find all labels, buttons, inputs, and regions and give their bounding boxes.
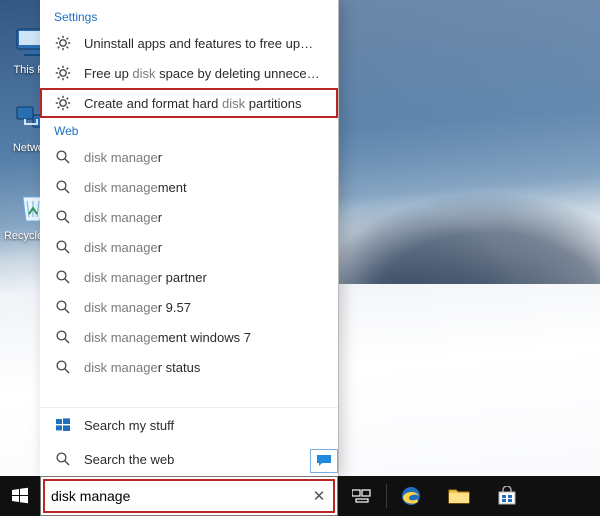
result-label: disk manager [84, 150, 324, 165]
result-label: disk manager status [84, 360, 324, 375]
start-search-panel: Settings Uninstall apps and features to … [40, 0, 339, 476]
search-icon [54, 268, 72, 286]
settings-result[interactable]: Free up disk space by deleting unnece… [40, 58, 338, 88]
gear-icon [54, 64, 72, 82]
edge-icon [400, 485, 422, 507]
folder-icon [448, 487, 470, 505]
windows-logo-icon [54, 416, 72, 434]
search-icon [54, 358, 72, 376]
windows-logo-icon [11, 487, 29, 505]
result-label: disk management [84, 180, 324, 195]
result-label: disk management windows 7 [84, 330, 324, 345]
web-result[interactable]: disk manager status [40, 352, 338, 382]
taskbar-edge[interactable] [387, 476, 435, 516]
web-result[interactable]: disk manager [40, 142, 338, 172]
search-icon [54, 298, 72, 316]
search-my-stuff[interactable]: Search my stuff [40, 408, 338, 442]
taskbar-store[interactable] [483, 476, 531, 516]
taskbar-file-explorer[interactable] [435, 476, 483, 516]
settings-result[interactable]: Uninstall apps and features to free up… [40, 28, 338, 58]
search-icon [54, 148, 72, 166]
search-icon [54, 328, 72, 346]
taskbar-task-view[interactable] [338, 476, 386, 516]
result-label: disk manager partner [84, 270, 324, 285]
speech-bubble-icon [316, 454, 332, 468]
clear-search-button[interactable]: ✕ [305, 482, 333, 510]
search-icon [54, 208, 72, 226]
web-result[interactable]: disk manager [40, 202, 338, 232]
search-the-web-label: Search the web [84, 452, 324, 467]
search-icon [54, 238, 72, 256]
store-icon [497, 486, 517, 506]
search-icon [54, 178, 72, 196]
result-label: Create and format hard disk partitions [84, 96, 324, 111]
search-my-stuff-label: Search my stuff [84, 418, 324, 433]
result-label: disk manager 9.57 [84, 300, 324, 315]
web-result[interactable]: disk manager 9.57 [40, 292, 338, 322]
result-label: Uninstall apps and features to free up… [84, 36, 324, 51]
result-label: disk manager [84, 210, 324, 225]
web-result[interactable]: disk management windows 7 [40, 322, 338, 352]
search-the-web[interactable]: Search the web [40, 442, 338, 476]
web-result[interactable]: disk management [40, 172, 338, 202]
web-result[interactable]: disk manager partner [40, 262, 338, 292]
feedback-button[interactable] [310, 449, 338, 473]
start-button[interactable] [0, 476, 40, 516]
result-label: Free up disk space by deleting unnece… [84, 66, 324, 81]
task-view-icon [352, 488, 372, 504]
search-icon [54, 450, 72, 468]
web-result[interactable]: disk manager [40, 232, 338, 262]
gear-icon [54, 94, 72, 112]
taskbar-search-box[interactable]: ✕ [40, 476, 338, 516]
results-section-settings: Settings [40, 4, 338, 28]
settings-result-disk-partitions[interactable]: Create and format hard disk partitions [40, 88, 338, 118]
result-label: disk manager [84, 240, 324, 255]
gear-icon [54, 34, 72, 52]
close-icon: ✕ [313, 487, 326, 505]
search-input[interactable] [49, 487, 305, 505]
results-section-web: Web [40, 118, 338, 142]
